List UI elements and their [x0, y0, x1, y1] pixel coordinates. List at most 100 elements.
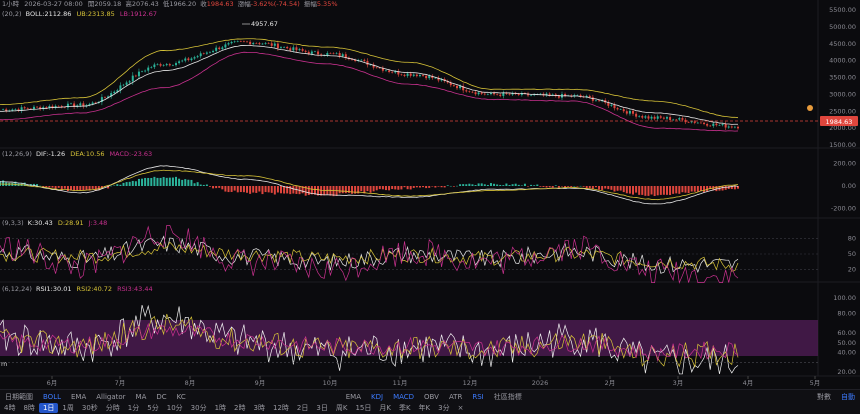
- macd-bar: [215, 186, 218, 189]
- candle-body: [131, 75, 134, 82]
- candle-body: [190, 58, 193, 61]
- candle-body: [178, 61, 181, 64]
- macd-bar: [196, 182, 199, 186]
- macd-axis-label: 0.00: [842, 182, 856, 190]
- interval-button[interactable]: 季K: [395, 403, 415, 413]
- interval-button[interactable]: 年K: [415, 403, 435, 413]
- chart-canvas[interactable]: 1小時 2026-03-27 08:00 開2059.18 高2076.43 低…: [0, 0, 860, 389]
- macd-bar: [384, 186, 387, 191]
- candle-body: [594, 100, 597, 102]
- macd-bar: [508, 185, 511, 186]
- scale-option[interactable]: 自動: [836, 392, 860, 402]
- macd-bar: [517, 184, 520, 186]
- interval-button[interactable]: 10分: [163, 403, 187, 413]
- interval-button[interactable]: 2時: [230, 403, 249, 413]
- price-axis-label: 2500.00: [829, 107, 856, 115]
- candle-body: [400, 74, 403, 76]
- macd-bar: [437, 186, 440, 187]
- indicator-item[interactable]: 社區指標: [489, 392, 527, 402]
- candle-body: [730, 126, 733, 128]
- indicator-item[interactable]: 日期範圍: [0, 392, 38, 402]
- indicator-item[interactable]: KDJ: [366, 393, 388, 401]
- candle-body: [23, 107, 26, 109]
- candle-body: [662, 117, 665, 119]
- candle-body: [656, 116, 659, 119]
- candle-body: [317, 51, 320, 55]
- interval-button[interactable]: 5分: [143, 403, 162, 413]
- macd-bar: [258, 186, 261, 192]
- month-label: 3月: [673, 379, 684, 387]
- interval-button[interactable]: 1日: [38, 403, 59, 413]
- candle-body: [332, 53, 335, 54]
- macd-bar: [628, 186, 631, 194]
- macd-bar: [344, 186, 347, 194]
- interval-button[interactable]: 分時: [102, 403, 124, 413]
- indicator-item[interactable]: MA: [131, 393, 152, 401]
- candle-body: [678, 118, 681, 120]
- candle-body: [230, 41, 233, 44]
- interval-button[interactable]: 2日: [293, 403, 312, 413]
- interval-button[interactable]: 4時: [0, 403, 19, 413]
- interval-button[interactable]: 12時: [269, 403, 293, 413]
- macd-bar: [329, 186, 332, 196]
- indicator-item[interactable]: EMA: [66, 393, 91, 401]
- indicator-item[interactable]: DC: [151, 393, 171, 401]
- macd-bar: [567, 186, 570, 187]
- candle-body: [403, 74, 406, 76]
- macd-bar: [665, 186, 668, 195]
- interval-button[interactable]: 3分: [434, 403, 453, 413]
- scale-option[interactable]: 對數: [812, 392, 836, 402]
- indicator-item[interactable]: ATR: [444, 393, 467, 401]
- indicator-item[interactable]: MACD: [388, 393, 419, 401]
- interval-button[interactable]: 30分: [187, 403, 211, 413]
- candle-body: [326, 53, 329, 56]
- macd-bar: [137, 178, 140, 186]
- indicator-item[interactable]: KC: [172, 393, 191, 401]
- candle-body: [415, 74, 418, 77]
- interval-button[interactable]: 周K: [332, 403, 352, 413]
- interval-button[interactable]: 1周: [58, 403, 77, 413]
- indicator-item[interactable]: EMA: [341, 393, 366, 401]
- macd-bar: [480, 183, 483, 186]
- candle-body: [11, 109, 14, 111]
- macd-bar: [644, 186, 647, 196]
- candle-body: [721, 124, 724, 126]
- macd-bar: [91, 186, 94, 189]
- macd-line-dea: [0, 169, 739, 201]
- candle-body: [613, 104, 616, 109]
- macd-bar: [230, 186, 233, 192]
- interval-button[interactable]: 8時: [19, 403, 38, 413]
- interval-button[interactable]: 月K: [375, 403, 395, 413]
- month-label: 8月: [185, 379, 196, 387]
- macd-bar: [279, 186, 282, 194]
- macd-bar: [255, 186, 258, 193]
- interval-button[interactable]: 1分: [124, 403, 143, 413]
- candle-body: [292, 47, 295, 51]
- interval-button[interactable]: 1時: [211, 403, 230, 413]
- macd-bar: [554, 185, 557, 186]
- macd-bar: [647, 186, 650, 196]
- candle-body: [301, 49, 304, 51]
- alert-bell-icon[interactable]: [807, 105, 813, 111]
- candle-body: [616, 108, 619, 110]
- candle-body: [418, 75, 421, 77]
- macd-bar: [270, 186, 273, 193]
- indicator-item[interactable]: Alligator: [91, 393, 130, 401]
- candle-body: [635, 113, 638, 117]
- price-candles: [2, 40, 739, 130]
- interval-button[interactable]: 15日: [351, 403, 375, 413]
- interval-button[interactable]: 30秒: [78, 403, 102, 413]
- indicator-item[interactable]: RSI: [467, 393, 488, 401]
- indicator-item[interactable]: OBV: [419, 393, 444, 401]
- candle-body: [551, 94, 554, 96]
- macd-bar: [533, 185, 536, 186]
- rsi-overbought-band: [0, 320, 818, 356]
- interval-button[interactable]: 3日: [312, 403, 331, 413]
- candle-body: [212, 50, 215, 53]
- interval-button[interactable]: ×: [454, 404, 468, 412]
- candle-body: [699, 122, 702, 124]
- macd-bar: [443, 186, 446, 188]
- indicator-item[interactable]: BOLL: [38, 393, 66, 401]
- interval-button[interactable]: 3時: [250, 403, 269, 413]
- macd-bar: [233, 186, 236, 191]
